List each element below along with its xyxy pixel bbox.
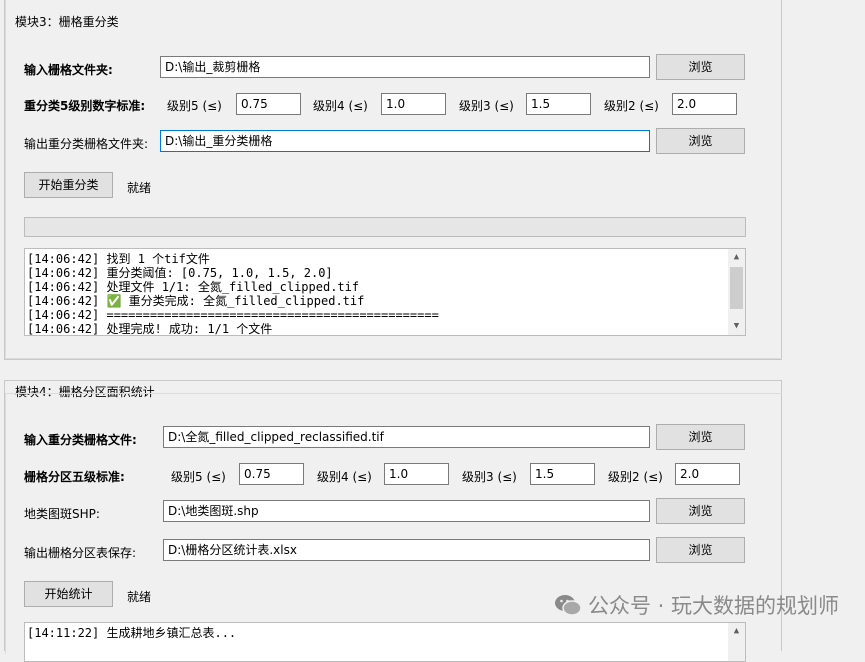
status-text: 就绪 — [127, 181, 152, 195]
log-lines: [14:06:42] 找到 1 个tif文件 [14:06:42] 重分类阈值: … — [27, 252, 725, 336]
output-folder-field[interactable]: D:\输出_重分类栅格 — [160, 130, 650, 152]
scroll-up-icon[interactable]: ▲ — [728, 249, 745, 266]
browse-output-table-button[interactable]: 浏览 — [656, 537, 745, 563]
shp-field[interactable]: D:\地类图斑.shp — [163, 500, 650, 522]
log-line: [14:06:42] 处理完成! 成功: 1/1 个文件 — [27, 322, 273, 336]
output-table-field[interactable]: D:\栅格分区统计表.xlsx — [163, 539, 650, 561]
m4-level5-input[interactable]: 0.75 — [239, 463, 304, 485]
level4-label: 级别4 (≤) — [313, 99, 368, 113]
start-statistics-button[interactable]: 开始统计 — [24, 581, 113, 607]
start-reclassify-button[interactable]: 开始重分类 — [24, 172, 113, 198]
m4-level2-label: 级别2 (≤) — [608, 470, 663, 484]
m4-level2-input[interactable]: 2.0 — [675, 463, 740, 485]
output-table-label: 输出栅格分区表保存: — [24, 546, 137, 560]
level2-label: 级别2 (≤) — [604, 99, 659, 113]
reclass-standard-label: 重分类5级别数字标准: — [24, 99, 146, 113]
log-line: [14:06:42] 重分类阈值: [0.75, 1.0, 1.5, 2.0] — [27, 266, 333, 280]
input-folder-label: 输入栅格文件夹: — [24, 63, 113, 77]
log-line: [14:06:42] 处理文件 1/1: 全氮_filled_clipped.t… — [27, 280, 360, 294]
log-line: [14:06:42] ✅ 重分类完成: 全氮_filled_clipped.ti… — [27, 294, 365, 308]
log-box[interactable]: [14:06:42] 找到 1 个tif文件 [14:06:42] 重分类阈值: … — [24, 248, 746, 336]
output-folder-label: 输出重分类栅格文件夹: — [24, 137, 149, 151]
shp-label: 地类图斑SHP: — [24, 507, 100, 521]
level5-input[interactable]: 0.75 — [236, 93, 301, 115]
browse-input-folder-button[interactable]: 浏览 — [656, 54, 745, 80]
level3-input[interactable]: 1.5 — [526, 93, 591, 115]
progress-bar — [24, 217, 746, 237]
m4-level3-label: 级别3 (≤) — [462, 470, 517, 484]
m4-level4-label: 级别4 (≤) — [317, 470, 372, 484]
scroll-down-icon[interactable]: ▼ — [728, 318, 745, 335]
m4-status-text: 就绪 — [127, 590, 152, 604]
level5-label: 级别5 (≤) — [167, 99, 222, 113]
watermark-text: 公众号 · 玩大数据的规划师 — [587, 594, 839, 618]
m4-log-scrollbar[interactable]: ▲ — [728, 623, 745, 661]
zone-standard-label: 栅格分区五级标准: — [24, 470, 125, 484]
level2-input[interactable]: 2.0 — [672, 93, 737, 115]
m4-level3-input[interactable]: 1.5 — [530, 463, 595, 485]
watermark: 公众号 · 玩大数据的规划师 — [554, 590, 839, 620]
module3-title: 模块3：栅格重分类 — [13, 13, 121, 30]
browse-output-folder-button[interactable]: 浏览 — [656, 128, 745, 154]
browse-shp-button[interactable]: 浏览 — [656, 498, 745, 524]
browse-input-raster-button[interactable]: 浏览 — [656, 424, 745, 450]
input-raster-label: 输入重分类栅格文件: — [24, 433, 137, 447]
m4-level4-input[interactable]: 1.0 — [384, 463, 449, 485]
level3-label: 级别3 (≤) — [459, 99, 514, 113]
wechat-icon — [554, 595, 582, 616]
log-scrollbar[interactable]: ▲ ▼ — [728, 249, 745, 335]
level4-input[interactable]: 1.0 — [381, 93, 446, 115]
module3-panel: 模块3：栅格重分类 输入栅格文件夹: D:\输出_裁剪栅格 浏览 重分类5级别数… — [4, 0, 782, 360]
log-line: [14:11:22] 生成耕地乡镇汇总表... — [27, 626, 237, 640]
m4-level5-label: 级别5 (≤) — [171, 470, 226, 484]
m4-log-lines: [14:11:22] 生成耕地乡镇汇总表... — [27, 626, 725, 640]
log-line: [14:06:42] 找到 1 个tif文件 — [27, 252, 210, 266]
scroll-thumb[interactable] — [730, 267, 743, 309]
m4-scroll-up-icon[interactable]: ▲ — [728, 623, 745, 640]
input-raster-field[interactable]: D:\全氮_filled_clipped_reclassified.tif — [163, 426, 650, 448]
m4-log-box[interactable]: [14:11:22] 生成耕地乡镇汇总表... ▲ — [24, 622, 746, 662]
input-folder-field[interactable]: D:\输出_裁剪栅格 — [160, 56, 650, 78]
log-line: [14:06:42] =============================… — [27, 308, 439, 322]
